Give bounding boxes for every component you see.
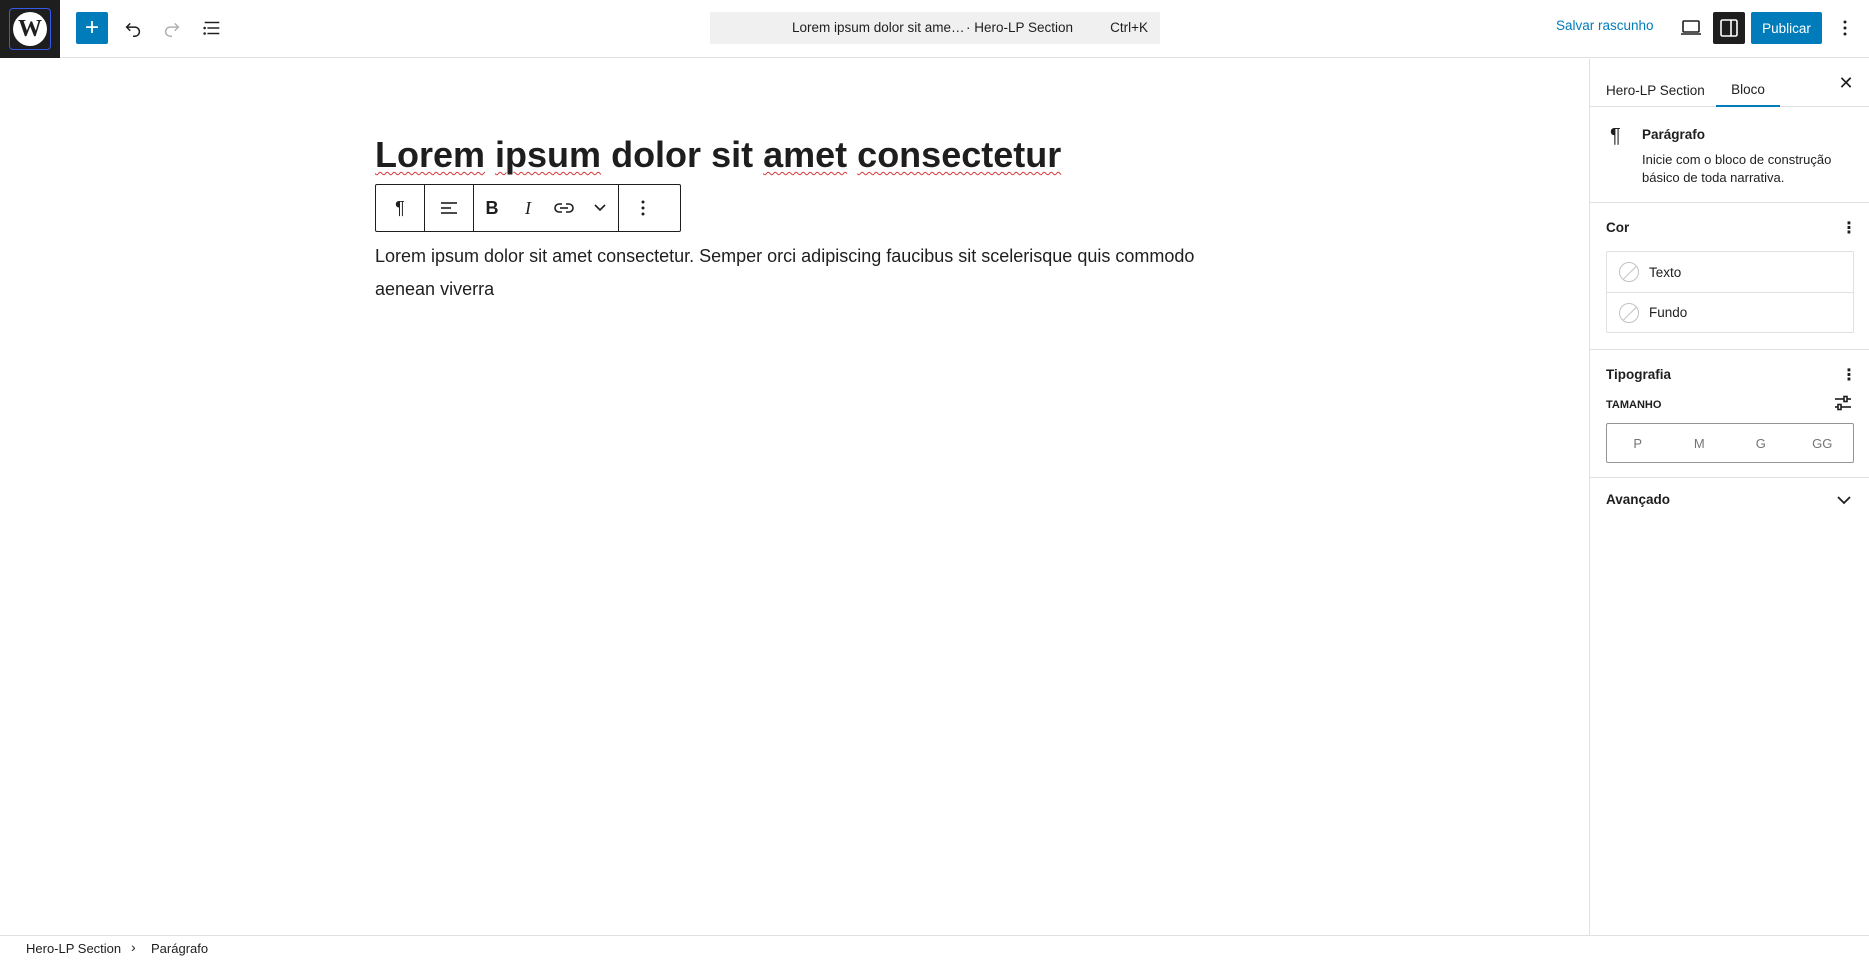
divider	[1590, 477, 1869, 478]
title-word: amet	[763, 134, 848, 175]
font-size-label: Tamanho	[1606, 399, 1662, 411]
undo-button[interactable]	[119, 14, 147, 42]
color-panel-title: Cor	[1606, 220, 1630, 235]
block-breadcrumb: Hero-LP Section › Parágrafo	[0, 935, 1869, 960]
save-draft-button[interactable]: Salvar rascunho	[1556, 18, 1654, 33]
preview-button[interactable]	[1676, 14, 1706, 42]
block-type-group: ¶	[376, 185, 425, 231]
document-overview-button[interactable]	[198, 14, 226, 42]
list-view-icon	[203, 21, 220, 35]
redo-button[interactable]	[158, 14, 186, 42]
advanced-panel-toggle[interactable]	[1835, 491, 1853, 509]
more-vertical-icon	[641, 200, 645, 216]
command-palette-bar[interactable]: Lorem ipsum dolor sit ame… · Hero-LP Sec…	[710, 12, 1160, 44]
empty-swatch-icon	[1619, 302, 1639, 323]
logo-focus-ring: W	[9, 8, 51, 50]
breadcrumb-item-current[interactable]: Parágrafo	[151, 941, 208, 956]
breadcrumb-item-root[interactable]: Hero-LP Section	[26, 941, 121, 956]
document-type: · Hero-LP Section	[966, 20, 1074, 35]
link-button[interactable]	[546, 185, 582, 231]
size-option-medium[interactable]: M	[1669, 424, 1731, 462]
settings-toggle-button[interactable]	[1713, 12, 1745, 44]
wordpress-logo-button[interactable]: W	[0, 0, 60, 58]
size-option-xlarge[interactable]: GG	[1792, 424, 1854, 462]
custom-size-button[interactable]	[1833, 395, 1853, 413]
desktop-icon	[1681, 20, 1701, 35]
chevron-right-icon: ›	[131, 939, 136, 955]
title-word: consectetur	[857, 134, 1062, 175]
post-title[interactable]: Lorem ipsum dolor sit amet consectetur	[375, 134, 1061, 176]
format-group: B I	[474, 185, 619, 231]
close-sidebar-button[interactable]: ✕	[1832, 69, 1860, 97]
close-icon: ✕	[1838, 72, 1854, 93]
more-vertical-icon	[1843, 20, 1847, 36]
bold-button[interactable]: B	[474, 185, 510, 231]
typography-panel-title: Tipografia	[1606, 367, 1672, 382]
undo-icon	[125, 22, 141, 37]
font-size-picker: P M G GG	[1606, 423, 1854, 463]
block-name: Parágrafo	[1642, 127, 1706, 142]
add-block-button[interactable]: +	[76, 12, 108, 44]
link-icon	[554, 203, 574, 213]
tab-block[interactable]: Bloco	[1716, 59, 1780, 107]
empty-swatch-icon	[1619, 262, 1639, 282]
settings-sliders-icon	[1835, 395, 1851, 411]
chevron-down-icon	[594, 204, 606, 212]
document-title: Lorem ipsum dolor sit ame…	[792, 20, 965, 35]
title-word: ipsum	[495, 134, 602, 175]
advanced-panel-title[interactable]: Avançado	[1606, 492, 1670, 507]
redo-icon	[164, 22, 180, 37]
color-text-label: Texto	[1649, 264, 1682, 280]
sidebar-icon	[1720, 19, 1738, 37]
title-word: Lorem	[375, 134, 486, 175]
italic-icon: I	[525, 197, 531, 218]
alignment-group	[425, 185, 474, 231]
more-vertical-icon: ⋮	[1841, 220, 1857, 237]
align-left-icon	[441, 202, 457, 214]
block-card: ¶ Parágrafo Inicie com o bloco de constr…	[1590, 107, 1869, 203]
tab-document[interactable]: Hero-LP Section	[1606, 59, 1705, 107]
command-shortcut: Ctrl+K	[1110, 20, 1148, 35]
color-background-label: Fundo	[1649, 305, 1688, 320]
block-description: Inicie com o bloco de construção básico …	[1642, 152, 1832, 185]
size-option-large[interactable]: G	[1730, 424, 1792, 462]
title-word: dolor	[611, 134, 702, 175]
italic-button[interactable]: I	[510, 185, 546, 231]
bold-icon: B	[485, 197, 499, 218]
editor-header: W + Lorem ipsum dolor sit ame… · Hero-LP…	[0, 0, 1869, 58]
typography-panel-options-button[interactable]: ⋮	[1839, 363, 1859, 387]
more-vertical-icon: ⋮	[1841, 367, 1857, 384]
color-text-option[interactable]: Texto	[1607, 252, 1853, 292]
sidebar-tabs: Hero-LP Section Bloco ✕	[1590, 59, 1869, 107]
divider	[1590, 349, 1869, 350]
chevron-down-icon	[1837, 495, 1851, 504]
wordpress-logo-icon: W	[13, 12, 47, 46]
title-word: sit	[711, 134, 754, 175]
publish-button[interactable]: Publicar	[1751, 12, 1822, 44]
color-settings: Texto Fundo	[1606, 251, 1854, 333]
block-options-button[interactable]	[619, 185, 667, 231]
pilcrow-icon: ¶	[395, 197, 405, 218]
settings-sidebar: Hero-LP Section Bloco ✕ ¶ Parágrafo Inic…	[1589, 59, 1869, 935]
paragraph-block[interactable]: Lorem ipsum dolor sit amet consectetur. …	[375, 240, 1235, 306]
block-options-group	[619, 185, 667, 231]
size-option-small[interactable]: P	[1607, 424, 1669, 462]
align-button[interactable]	[425, 185, 473, 231]
more-rich-text-button[interactable]	[582, 185, 618, 231]
color-panel-options-button[interactable]: ⋮	[1839, 216, 1859, 240]
color-background-option[interactable]: Fundo	[1607, 292, 1853, 332]
options-button[interactable]	[1833, 14, 1857, 42]
paragraph-block-icon-button[interactable]: ¶	[376, 185, 424, 231]
editor-canvas: Lorem ipsum dolor sit amet consectetur ¶…	[0, 59, 1589, 935]
block-toolbar: ¶ B I	[375, 184, 681, 232]
paragraph-icon: ¶	[1610, 125, 1621, 147]
